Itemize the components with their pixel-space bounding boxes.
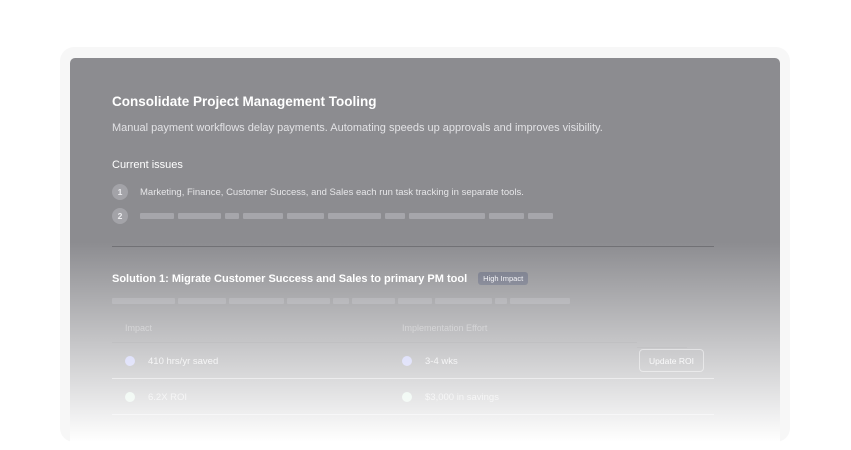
impact-value: 410 hrs/yr saved (148, 355, 219, 367)
skeleton-bar (510, 298, 570, 304)
skeleton-bar (229, 298, 284, 304)
row-divider (112, 414, 714, 415)
issue-item: 2 (112, 208, 553, 224)
issue-text: Marketing, Finance, Customer Success, an… (140, 186, 524, 198)
issues-heading: Current issues (112, 159, 183, 171)
impact-cell: 410 hrs/yr saved (125, 343, 218, 379)
skeleton-bar (140, 213, 174, 219)
purple-dot-icon (125, 356, 135, 366)
skeleton-bar (352, 298, 395, 304)
skeleton-bar (287, 213, 324, 219)
section-divider (112, 246, 714, 247)
skeleton-bar (287, 298, 330, 304)
skeleton-bar (495, 298, 507, 304)
skeleton-bar (398, 298, 432, 304)
skeleton-bar (328, 213, 381, 219)
solution-description-placeholder (112, 298, 570, 304)
skeleton-bar (178, 298, 226, 304)
column-header-impact: Impact (125, 323, 153, 333)
solution-card: Consolidate Project Management Tooling M… (70, 58, 780, 442)
purple-dot-icon (402, 356, 412, 366)
issue-number-badge: 1 (112, 184, 128, 200)
skeleton-bar (409, 213, 485, 219)
solution-header: Solution 1: Migrate Customer Success and… (112, 272, 529, 285)
skeleton-bar (225, 213, 239, 219)
issue-item: 1 Marketing, Finance, Customer Success, … (112, 184, 524, 200)
skeleton-bar (178, 213, 221, 219)
effort-value: $3,000 in savings (425, 391, 499, 403)
impact-value: 6.2X ROI (148, 391, 188, 403)
skeleton-bar (385, 213, 405, 219)
skeleton-bar (528, 213, 553, 219)
impact-cell: 6.2X ROI (125, 379, 187, 415)
update-roi-button[interactable]: Update ROI (639, 349, 704, 372)
metrics-table-header: Impact Implementation Effort (112, 323, 714, 343)
card-title: Consolidate Project Management Tooling (112, 94, 377, 109)
skeleton-bar (333, 298, 349, 304)
effort-cell: $3,000 in savings (402, 379, 499, 415)
table-row: 410 hrs/yr saved 3-4 wks Update ROI (112, 343, 714, 379)
table-row: 6.2X ROI $3,000 in savings (112, 379, 714, 415)
green-dot-icon (402, 392, 412, 402)
card-subtitle: Manual payment workflows delay payments.… (112, 122, 603, 134)
effort-cell: 3-4 wks (402, 343, 458, 379)
issue-number-badge: 2 (112, 208, 128, 224)
skeleton-bar (112, 298, 175, 304)
impact-badge: High Impact (478, 272, 529, 285)
skeleton-bar (435, 298, 492, 304)
effort-value: 3-4 wks (425, 355, 458, 367)
issue-text-placeholder (140, 213, 553, 219)
solution-title: Solution 1: Migrate Customer Success and… (112, 272, 468, 285)
skeleton-bar (243, 213, 283, 219)
green-dot-icon (125, 392, 135, 402)
column-header-effort: Implementation Effort (402, 323, 488, 333)
skeleton-bar (489, 213, 524, 219)
